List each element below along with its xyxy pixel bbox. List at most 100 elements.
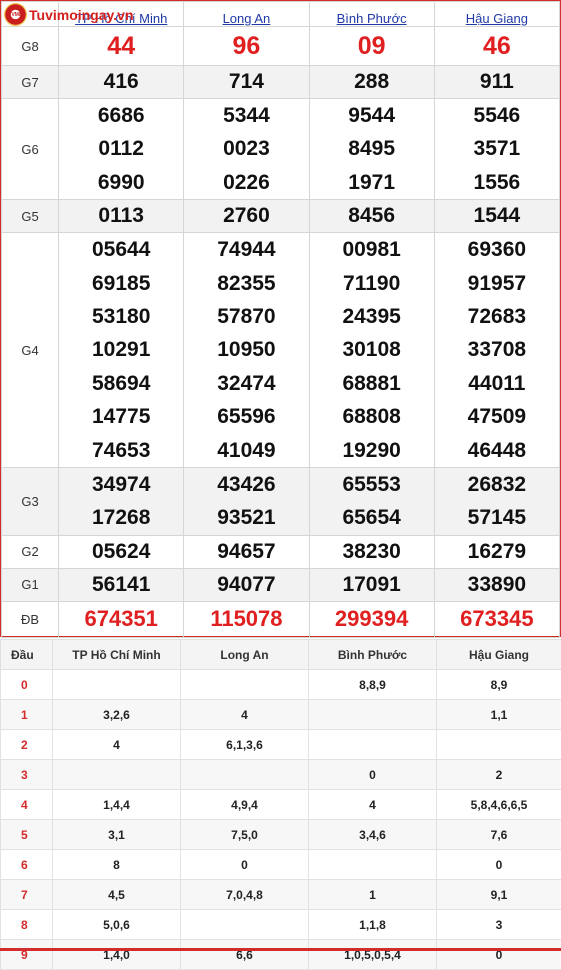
prize-number: 71190: [310, 267, 434, 300]
results-panel: TP Hồ Chí Minh Long An Bình Phước Hậu Gi…: [0, 0, 561, 637]
dau-cell: [181, 760, 309, 790]
prize-number: 1556: [435, 166, 559, 199]
prize-number: 69185: [59, 267, 183, 300]
prize-row-g1: G1 56141 94077 17091 33890: [2, 568, 560, 601]
province-link-hau-giang[interactable]: Hậu Giang: [434, 2, 559, 27]
dau-cell: 5,8,4,6,6,5: [437, 790, 561, 820]
province-link-long-an[interactable]: Long An: [184, 2, 309, 27]
prize-number: 68881: [310, 367, 434, 400]
prize-number: 69360: [435, 233, 559, 266]
dau-column-header: Bình Phước: [309, 640, 437, 670]
prize-number: 47509: [435, 400, 559, 433]
prize-cell: 69360 91957 72683 33708 44011 47509 4644…: [434, 233, 559, 468]
prize-number: 43426: [184, 468, 308, 501]
prize-number: 14775: [59, 400, 183, 433]
dau-head-digit: 9: [1, 940, 53, 970]
dau-head-digit: 2: [1, 730, 53, 760]
dau-cell: 6,1,3,6: [181, 730, 309, 760]
dau-cell: 3,1: [53, 820, 181, 850]
dau-cell: [181, 670, 309, 700]
province-link-binh-phuoc[interactable]: Bình Phước: [309, 2, 434, 27]
dau-cell: 7,6: [437, 820, 561, 850]
dau-head-digit: 4: [1, 790, 53, 820]
dau-cell: [181, 910, 309, 940]
dau-cell: 4: [181, 700, 309, 730]
dau-cell: 9,1: [437, 880, 561, 910]
prize-number: 33708: [435, 333, 559, 366]
prize-row-g6: G6 6686 0112 6990 5344 0023 0226 9544 84…: [2, 99, 560, 200]
dau-header-row: Đầu TP Hồ Chí Minh Long An Bình Phước Hậ…: [1, 640, 561, 670]
prize-number: 94077: [184, 568, 309, 601]
special-prize-number: 674351: [59, 601, 184, 637]
prize-number: 3571: [435, 132, 559, 165]
dau-cell: 2: [437, 760, 561, 790]
dau-cell: 3,2,6: [53, 700, 181, 730]
dau-row: 3 0 2: [1, 760, 561, 790]
dau-cell: 7,0,4,8: [181, 880, 309, 910]
dau-cell: 1,4,0: [53, 940, 181, 970]
prize-number: 1971: [310, 166, 434, 199]
prize-number: 5546: [435, 99, 559, 132]
dau-cell: 5,0,6: [53, 910, 181, 940]
prize-number: 05624: [59, 535, 184, 568]
dau-head-digit: 6: [1, 850, 53, 880]
dau-cell: [309, 700, 437, 730]
prize-number: 714: [184, 66, 309, 99]
prize-number: 911: [434, 66, 559, 99]
prize-number: 56141: [59, 568, 184, 601]
prize-cell: 5344 0023 0226: [184, 99, 309, 200]
prize-number: 65553: [310, 468, 434, 501]
dau-cell: 3: [437, 910, 561, 940]
prize-number: 16279: [434, 535, 559, 568]
dau-cell: 0: [309, 760, 437, 790]
dau-cell: 1: [309, 880, 437, 910]
prize-number: 57145: [435, 501, 559, 534]
prize-label: G3: [2, 467, 59, 535]
dau-head-digit: 8: [1, 910, 53, 940]
prize-cell: 5546 3571 1556: [434, 99, 559, 200]
prize-cell: 26832 57145: [434, 467, 559, 535]
dau-cell: 0: [181, 850, 309, 880]
dau-row: 7 4,5 7,0,4,8 1 9,1: [1, 880, 561, 910]
dau-head-digit: 1: [1, 700, 53, 730]
logo-text: Tuvimoingay.vn: [29, 7, 134, 23]
prize-number: 8456: [309, 200, 434, 233]
dau-column-header: Hậu Giang: [437, 640, 561, 670]
dau-cell: 8: [53, 850, 181, 880]
special-prize-number: 299394: [309, 601, 434, 637]
dau-head-digit: 5: [1, 820, 53, 850]
prize-number: 68808: [310, 400, 434, 433]
prize-number: 74653: [59, 434, 183, 467]
dau-cell: 1,1: [437, 700, 561, 730]
prize-number: 26832: [435, 468, 559, 501]
prize-number: 74944: [184, 233, 308, 266]
prize-number: 82355: [184, 267, 308, 300]
prize-number: 94657: [184, 535, 309, 568]
dau-cell: 8,9: [437, 670, 561, 700]
prize-label: G8: [2, 27, 59, 66]
prize-number: 288: [309, 66, 434, 99]
prize-label: G7: [2, 66, 59, 99]
prize-number: 1544: [434, 200, 559, 233]
dau-head-digit: 7: [1, 880, 53, 910]
dau-cell: 1,4,4: [53, 790, 181, 820]
special-prize-number: 673345: [434, 601, 559, 637]
prize-number: 19290: [310, 434, 434, 467]
dau-row: 2 4 6,1,3,6: [1, 730, 561, 760]
dau-cell: 7,5,0: [181, 820, 309, 850]
prize-number: 38230: [309, 535, 434, 568]
prize-number: 9544: [310, 99, 434, 132]
dau-cell: 1,1,8: [309, 910, 437, 940]
site-logo[interactable]: TVMN Tuvimoingay.vn: [4, 3, 134, 26]
prize-row-g4: G4 05644 69185 53180 10291 58694 14775 7…: [2, 233, 560, 468]
dau-row: 9 1,4,0 6,6 1,0,5,0,5,4 0: [1, 940, 561, 970]
prize-number: 41049: [184, 434, 308, 467]
prize-number: 0023: [184, 132, 308, 165]
prize-number: 57870: [184, 300, 308, 333]
dau-cell: 6,6: [181, 940, 309, 970]
prize-cell: 6686 0112 6990: [59, 99, 184, 200]
dau-row: 5 3,1 7,5,0 3,4,6 7,6: [1, 820, 561, 850]
bottom-divider: [0, 948, 561, 951]
dau-cell: 4,5: [53, 880, 181, 910]
prize-row-g2: G2 05624 94657 38230 16279: [2, 535, 560, 568]
